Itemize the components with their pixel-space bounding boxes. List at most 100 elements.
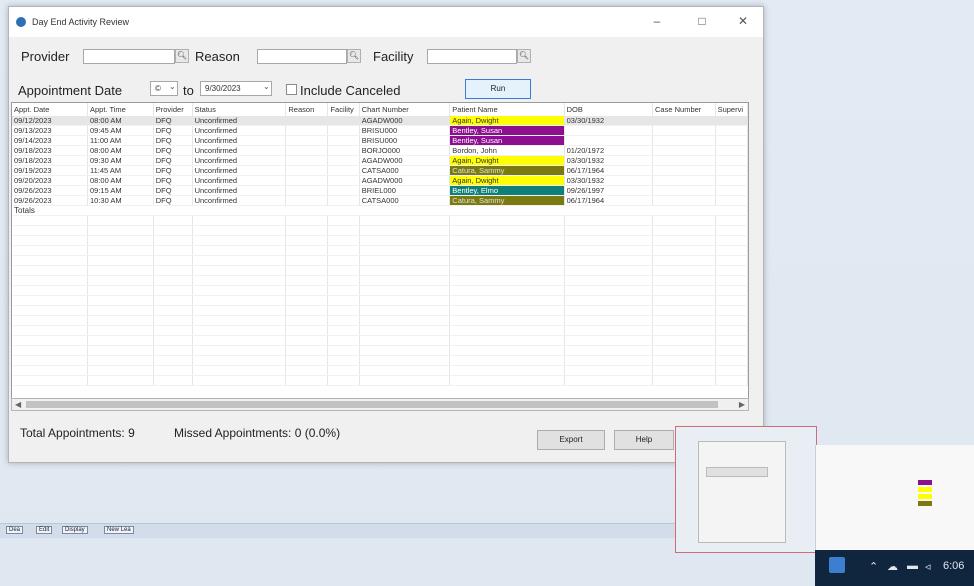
empty-cell [652,245,716,256]
empty-cell [153,325,193,336]
empty-cell [285,295,329,306]
taskstrip-button[interactable]: Display [62,526,88,534]
column-header[interactable]: Facility [327,103,360,116]
tray-chevron-icon[interactable]: ⌃ [869,560,878,573]
tray-time[interactable]: 6:06 [943,560,964,572]
table-cell: 09/18/2023 [12,145,88,156]
column-header[interactable]: Patient Name [449,103,565,116]
empty-cell [449,335,565,346]
table-row[interactable]: 09/18/2023 08:00 AM DFQ Unconfirmed BORJO000… [12,145,748,156]
table-cell [327,116,360,126]
empty-cell [153,255,193,266]
window-preview-thumbnail[interactable] [675,426,817,553]
column-header[interactable]: Reason [285,103,329,116]
table-cell [327,135,360,146]
table-cell: Bordon, John [449,145,565,156]
table-row[interactable]: 09/26/2023 09:15 AM DFQ Unconfirmed BRIEL000… [12,185,748,196]
empty-cell [12,275,88,286]
taskstrip-button[interactable]: Edit [36,526,53,534]
table-cell: Bentley, Susan [449,135,565,146]
empty-cell [327,375,360,386]
appointments-grid[interactable]: Appt. Date Appt. Time Provider Status Re… [11,102,749,410]
empty-cell [285,325,329,336]
table-cell: Unconfirmed [192,116,287,126]
column-header[interactable]: Appt. Date [12,103,88,116]
column-header[interactable]: Case Number [652,103,716,116]
table-row[interactable]: 09/18/2023 09:30 AM DFQ Unconfirmed AGADW000… [12,155,748,166]
date-to-input[interactable]: 9/30/2023 [200,81,272,96]
column-header[interactable]: DOB [564,103,654,116]
maximize-icon[interactable]: □ [694,14,710,28]
empty-cell [192,325,287,336]
volume-icon[interactable]: ◃ [925,560,931,573]
empty-cell [449,285,565,296]
empty-cell [715,355,748,366]
facility-input[interactable] [427,49,517,64]
table-cell: 03/30/1932 [564,155,654,166]
table-row[interactable]: 09/19/2023 11:45 AM DFQ Unconfirmed CATSA000… [12,165,748,176]
taskstrip-button[interactable]: New Lea [104,526,134,534]
table-row[interactable]: 09/14/2023 11:00 AM DFQ Unconfirmed BRISU000… [12,135,748,146]
empty-cell [285,285,329,296]
cloud-icon[interactable]: ☁ [887,560,898,573]
empty-cell [192,235,287,246]
table-cell: 09/26/2023 [12,185,88,196]
empty-cell [285,375,329,386]
reason-input[interactable] [257,49,347,64]
date-from-value: © [155,84,161,93]
empty-cell [12,235,88,246]
battery-icon[interactable]: ▬ [907,560,918,572]
table-row[interactable]: 09/12/2023 08:00 AM DFQ Unconfirmed AGADW000… [12,116,748,126]
table-row[interactable]: 09/20/2023 08:00 AM DFQ Unconfirmed AGADW000… [12,175,748,186]
table-row[interactable]: 09/13/2023 09:45 AM DFQ Unconfirmed BRISU000… [12,125,748,136]
date-to-dropdown-icon[interactable]: ⌄ [263,82,270,91]
table-row[interactable]: 09/26/2023 10:30 AM DFQ Unconfirmed CATSA000… [12,195,748,206]
table-cell: AGADW000 [359,175,451,186]
empty-row [12,365,748,376]
empty-cell [449,345,565,356]
table-cell: 03/30/1932 [564,116,654,126]
horizontal-scrollbar[interactable]: ◀ ▶ [11,398,749,411]
column-header[interactable]: Chart Number [359,103,451,116]
empty-cell [359,235,451,246]
table-cell [327,155,360,166]
preview-color-chip [918,480,932,485]
table-cell [652,125,716,136]
reason-search-icon[interactable]: 🔍︎ [347,49,361,63]
empty-cell [715,315,748,326]
second-window-preview[interactable] [815,445,974,550]
table-cell: 09/20/2023 [12,175,88,186]
table-cell [285,145,329,156]
facility-search-icon[interactable]: 🔍︎ [517,49,531,63]
provider-input[interactable] [83,49,175,64]
date-from-dropdown-icon[interactable]: ⌄ [169,82,176,91]
empty-cell [192,305,287,316]
empty-cell [715,275,748,286]
include-canceled-checkbox[interactable] [286,84,297,95]
taskbar-app-icon[interactable] [829,557,845,573]
empty-cell [87,305,154,316]
empty-cell [715,295,748,306]
provider-search-icon[interactable]: 🔍︎ [175,49,189,63]
scroll-right-icon[interactable]: ▶ [739,399,745,410]
minimize-icon[interactable]: – [649,14,665,28]
empty-cell [87,285,154,296]
column-header[interactable]: Appt. Time [87,103,154,116]
scrollbar-thumb[interactable] [26,401,718,408]
column-header[interactable]: Status [192,103,287,116]
empty-cell [327,225,360,236]
column-header[interactable]: Provider [153,103,193,116]
empty-cell [285,265,329,276]
export-button[interactable]: Export [537,430,605,450]
run-button[interactable]: Run [465,79,531,99]
empty-cell [564,215,654,226]
close-icon[interactable]: ✕ [735,14,751,28]
scroll-left-icon[interactable]: ◀ [15,399,21,410]
empty-cell [449,215,565,226]
column-header[interactable]: Supervi [715,103,748,116]
help-button[interactable]: Help [614,430,674,450]
date-to-value: 9/30/2023 [205,84,241,93]
empty-cell [359,285,451,296]
taskstrip-button[interactable]: Dea [6,526,24,534]
table-cell: 08:00 AM [87,145,154,156]
